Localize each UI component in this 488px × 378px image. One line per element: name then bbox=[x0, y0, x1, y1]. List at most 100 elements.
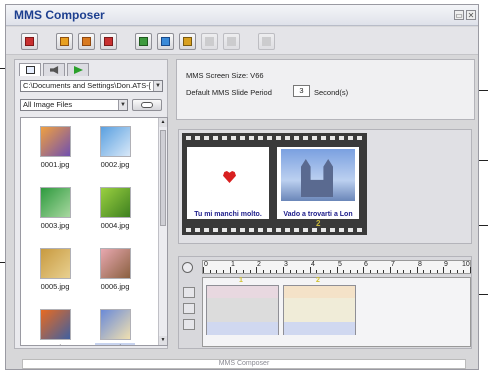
restore-icon: ▭ bbox=[455, 11, 463, 20]
scroll-up-icon[interactable]: ▲ bbox=[159, 118, 167, 127]
ruler-label: 6 bbox=[364, 261, 368, 268]
timeline-clip[interactable] bbox=[283, 285, 356, 335]
delete-slide-icon bbox=[104, 37, 113, 46]
thumbnail-image bbox=[99, 309, 131, 340]
slide-frame[interactable]: Tu mi manchi molto. bbox=[187, 147, 269, 219]
remove-button[interactable] bbox=[223, 33, 240, 50]
ruler-tick bbox=[397, 270, 398, 273]
clip-image-band bbox=[284, 286, 355, 298]
toolbar bbox=[6, 27, 478, 55]
timeline-clock-button[interactable] bbox=[182, 262, 193, 273]
tab-video[interactable] bbox=[67, 63, 89, 76]
track-text-icon[interactable] bbox=[183, 319, 195, 330]
scrollbar-thumb[interactable] bbox=[160, 130, 166, 226]
ruler-label: 8 bbox=[418, 261, 422, 268]
add-sound-button[interactable] bbox=[179, 33, 196, 50]
thumbnail-item[interactable]: 0004.jpg bbox=[95, 187, 135, 230]
view-toggle-button[interactable] bbox=[132, 99, 162, 111]
insert-slide-icon bbox=[82, 37, 91, 46]
thumbnail-item[interactable]: 0001.jpg bbox=[35, 126, 75, 169]
scroll-down-icon[interactable]: ▼ bbox=[159, 336, 167, 345]
edit-icon bbox=[205, 37, 214, 46]
timeline-clip[interactable] bbox=[206, 285, 279, 335]
slide-period-label: Default MMS Slide Period bbox=[186, 88, 272, 97]
window-title: MMS Composer bbox=[14, 8, 105, 22]
tab-sounds[interactable] bbox=[43, 63, 65, 76]
ruler-label: 2 bbox=[257, 261, 261, 268]
edit-button[interactable] bbox=[201, 33, 218, 50]
vertical-scrollbar[interactable]: ▲ ▼ bbox=[158, 118, 167, 345]
add-text-button[interactable] bbox=[135, 33, 152, 50]
ruler-tick bbox=[290, 270, 291, 273]
insert-slide-button[interactable] bbox=[78, 33, 95, 50]
close-button[interactable]: ✕ bbox=[466, 10, 476, 20]
slide-caption: Tu mi manchi molto. bbox=[194, 211, 262, 218]
file-type-filter-value: All Image Files bbox=[23, 100, 73, 109]
ruler-tick bbox=[296, 270, 297, 273]
thumbnail-item[interactable]: 0003.jpg bbox=[35, 187, 75, 230]
ruler-label: 3 bbox=[284, 261, 288, 268]
ruler-tick bbox=[323, 270, 324, 273]
ruler-tick bbox=[390, 267, 391, 273]
new-slide-button[interactable] bbox=[56, 33, 73, 50]
ruler-label: 10 bbox=[462, 261, 470, 268]
thumbnail-image bbox=[39, 248, 71, 279]
thumbnail-item[interactable]: 0005.jpg bbox=[35, 248, 75, 291]
main-window: MMS Composer ▭ ✕ C:\Documents and Settin… bbox=[5, 4, 479, 370]
file-type-filter[interactable]: All Image Files ▼ bbox=[20, 99, 128, 111]
save-icon bbox=[25, 37, 34, 46]
thumbnail-image bbox=[99, 187, 131, 218]
ruler-tick bbox=[410, 270, 411, 273]
slide-preview-panel: Tu mi manchi molto. Vado a trovarti a Lo… bbox=[178, 129, 472, 244]
track-sound-icon[interactable] bbox=[183, 303, 195, 314]
ruler-tick bbox=[236, 270, 237, 273]
ruler-tick bbox=[230, 267, 231, 273]
ruler-label: 0 bbox=[204, 261, 208, 268]
text-icon bbox=[139, 37, 148, 46]
ruler-tick bbox=[350, 270, 351, 273]
dropdown-arrow-icon[interactable]: ▼ bbox=[118, 100, 127, 110]
thumbnail-item[interactable]: 0007.jpg bbox=[35, 309, 75, 345]
dropdown-arrow-icon[interactable]: ▼ bbox=[153, 81, 162, 91]
thumbnail-filename: 0002.jpg bbox=[100, 160, 130, 169]
ruler-label: 7 bbox=[391, 261, 395, 268]
tab-images[interactable] bbox=[19, 63, 41, 76]
track-list-icon[interactable] bbox=[183, 287, 195, 298]
thumbnail-item[interactable]: 0006.jpg bbox=[95, 248, 135, 291]
film-perforation-top bbox=[186, 136, 365, 140]
ruler-tick bbox=[457, 270, 458, 273]
ruler-tick bbox=[216, 270, 217, 273]
folder-path-combo[interactable]: C:\Documents and Settings\Don.ATS-[ ▼ bbox=[20, 80, 163, 92]
ruler-tick bbox=[303, 270, 304, 273]
ruler-tick bbox=[377, 270, 378, 273]
delete-slide-button[interactable] bbox=[100, 33, 117, 50]
ruler-tick bbox=[223, 270, 224, 273]
thumbnail-grid: 0001.jpg 0002.jpg 0003.jpg 0004.jpg 0005.jpg… bbox=[20, 117, 168, 346]
ruler-tick bbox=[270, 270, 271, 273]
thumbnail-item[interactable]: 0008.jpg bbox=[95, 309, 135, 345]
ruler-tick bbox=[450, 270, 451, 273]
ruler-tick bbox=[403, 270, 404, 273]
ruler-tick bbox=[437, 270, 438, 273]
thumbnail-image bbox=[39, 126, 71, 157]
thumbnail-filename: 0003.jpg bbox=[40, 221, 70, 230]
thumbnail-image bbox=[39, 309, 71, 340]
clip-number: 2 bbox=[316, 277, 320, 284]
close-icon: ✕ bbox=[467, 11, 475, 20]
clip-text-band bbox=[284, 322, 355, 335]
undo-icon bbox=[262, 37, 271, 46]
add-image-button[interactable] bbox=[157, 33, 174, 50]
ruler-tick bbox=[263, 270, 264, 273]
toggle-icon bbox=[141, 102, 153, 108]
thumbnail-item[interactable]: 0002.jpg bbox=[95, 126, 135, 169]
slide-frame[interactable]: Vado a trovarti a Lon bbox=[277, 147, 359, 219]
filmstrip: Tu mi manchi molto. Vado a trovarti a Lo… bbox=[182, 133, 367, 235]
restore-button[interactable]: ▭ bbox=[454, 10, 464, 20]
ruler-tick bbox=[283, 267, 284, 273]
save-button[interactable] bbox=[21, 33, 38, 50]
sound-icon bbox=[183, 37, 192, 46]
undo-button[interactable] bbox=[258, 33, 275, 50]
ruler-tick bbox=[210, 270, 211, 273]
folder-path-value: C:\Documents and Settings\Don.ATS-[ bbox=[23, 81, 151, 90]
slide-period-input[interactable]: 3 bbox=[293, 85, 310, 97]
